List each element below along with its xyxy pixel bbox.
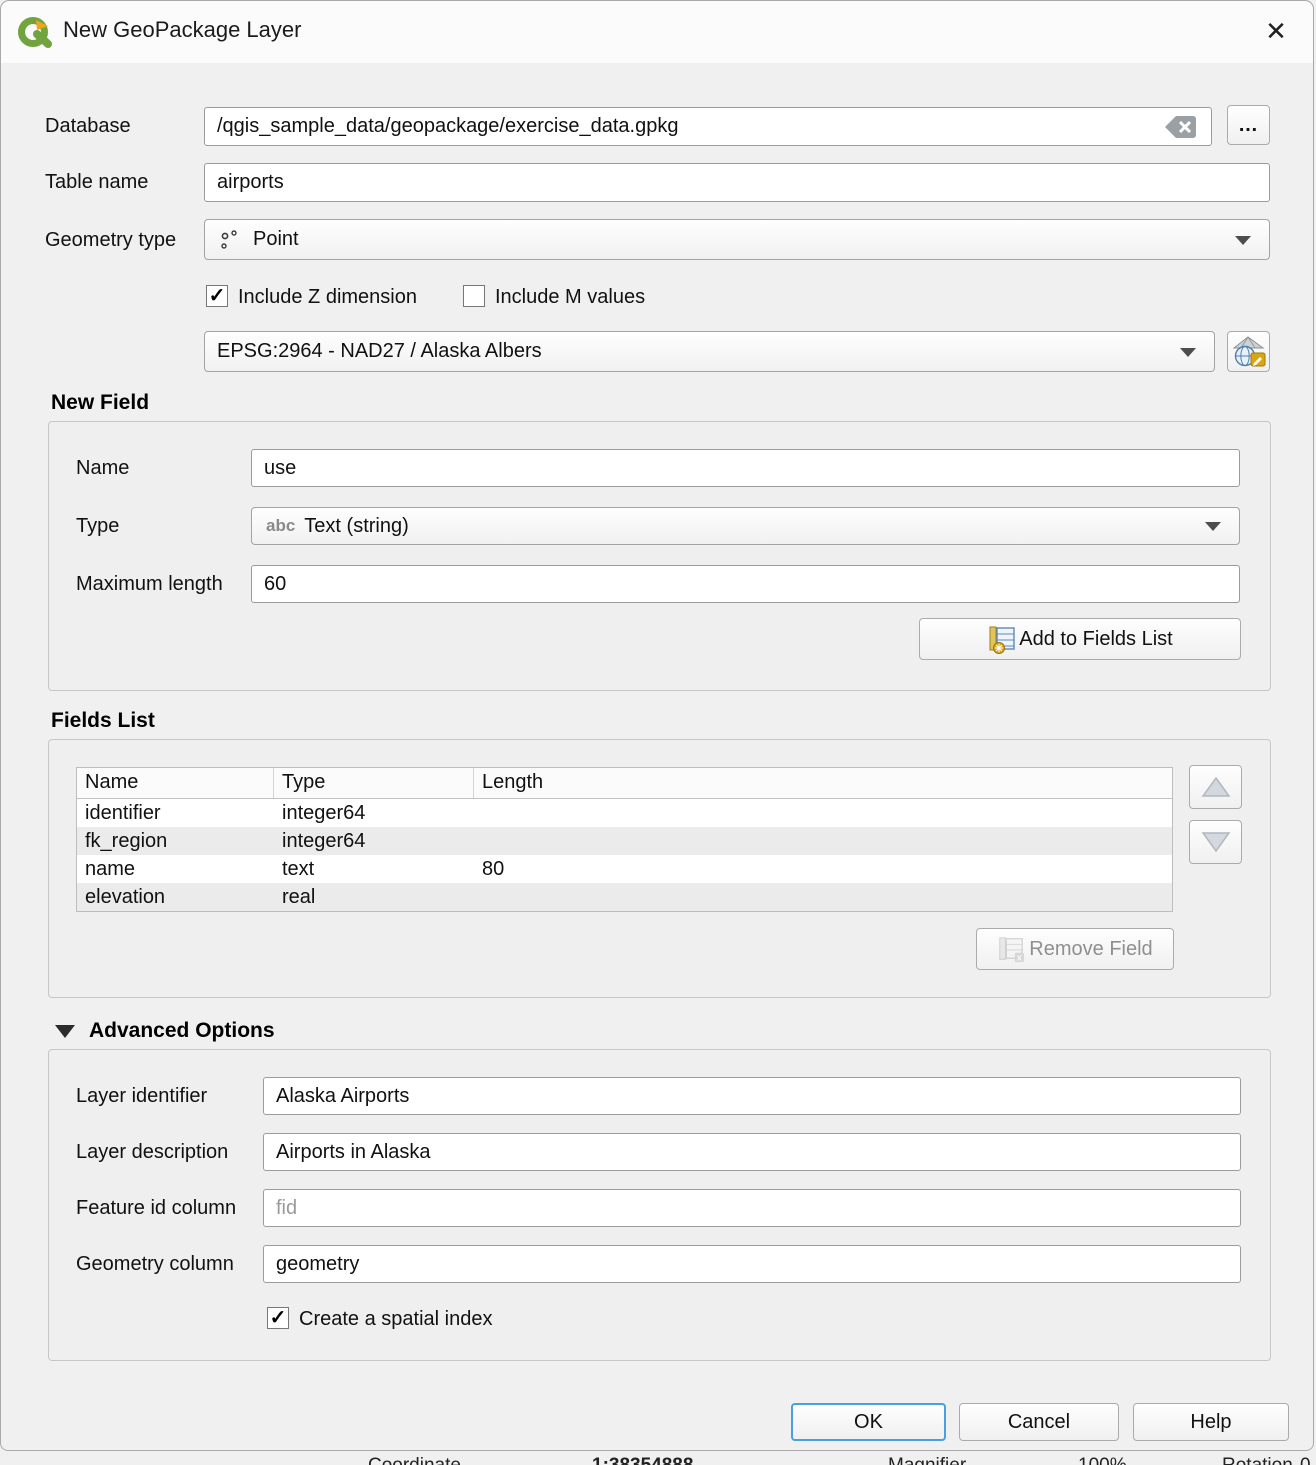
column-header-type[interactable]: Type — [274, 768, 474, 798]
remove-field-icon: x — [997, 935, 1025, 963]
help-button[interactable]: Help — [1133, 1403, 1289, 1441]
move-field-up-button[interactable] — [1189, 765, 1242, 809]
crs-value: EPSG:2964 - NAD27 / Alaska Albers — [217, 340, 542, 363]
fields-table-header: Name Type Length — [77, 768, 1172, 799]
feature-id-column-label: Feature id column — [76, 1197, 236, 1220]
field-type-label: Type — [76, 515, 119, 538]
field-type-select[interactable]: abc Text (string) — [251, 507, 1240, 545]
table-row[interactable]: name text 80 — [77, 855, 1172, 883]
statusbar-magnifier-label: Magnifier — [888, 1455, 966, 1465]
database-input[interactable] — [204, 107, 1212, 146]
select-crs-button[interactable] — [1227, 331, 1270, 372]
remove-field-button[interactable]: x Remove Field — [976, 928, 1174, 970]
collapse-triangle-icon[interactable] — [55, 1025, 75, 1038]
field-type-value: Text (string) — [304, 515, 408, 538]
include-z-checkbox[interactable]: ✓ — [206, 285, 228, 307]
arrow-down-icon — [1201, 830, 1231, 854]
cell-type: text — [274, 858, 474, 881]
advanced-options-title[interactable]: Advanced Options — [89, 1019, 275, 1043]
point-geometry-icon — [219, 230, 241, 250]
geometry-type-value: Point — [253, 228, 299, 251]
screen: New GeoPackage Layer ✕ Database … Table … — [0, 0, 1316, 1465]
move-field-down-button[interactable] — [1189, 820, 1242, 864]
cancel-button[interactable]: Cancel — [959, 1403, 1119, 1441]
add-to-fields-list-button[interactable]: ✳ Add to Fields List — [919, 618, 1241, 660]
cell-name: elevation — [77, 886, 274, 909]
crs-select[interactable]: EPSG:2964 - NAD27 / Alaska Albers — [204, 331, 1215, 372]
close-icon[interactable]: ✕ — [1253, 11, 1299, 51]
spatial-index-label[interactable]: Create a spatial index — [299, 1308, 492, 1331]
add-field-icon: ✳ — [987, 624, 1017, 654]
svg-text:x: x — [1017, 953, 1023, 963]
cell-type: integer64 — [274, 830, 474, 853]
cell-name: name — [77, 858, 274, 881]
new-geopackage-layer-dialog: New GeoPackage Layer ✕ Database … Table … — [0, 0, 1314, 1451]
field-name-label: Name — [76, 457, 129, 480]
arrow-up-icon — [1201, 775, 1231, 799]
column-header-name[interactable]: Name — [77, 768, 274, 798]
svg-text:✳: ✳ — [995, 643, 1004, 654]
browse-database-button[interactable]: … — [1227, 105, 1270, 145]
include-m-checkbox[interactable] — [463, 285, 485, 307]
include-m-label[interactable]: Include M values — [495, 286, 645, 309]
table-row[interactable]: elevation real — [77, 883, 1172, 911]
statusbar-rotation-value: 0.0 — [1300, 1455, 1316, 1465]
layer-identifier-input[interactable] — [263, 1077, 1241, 1115]
table-row[interactable]: fk_region integer64 — [77, 827, 1172, 855]
geometry-type-select[interactable]: Point — [204, 219, 1270, 260]
dropdown-arrow-icon — [1180, 348, 1196, 357]
geometry-type-label: Geometry type — [45, 229, 176, 252]
fields-list-section-title: Fields List — [51, 709, 155, 733]
text-type-abc-icon: abc — [266, 516, 295, 536]
statusbar-coordinate-label: Coordinate — [368, 1455, 461, 1465]
checkmark-icon: ✓ — [270, 1308, 287, 1328]
statusbar-magnifier-value: 100% — [1078, 1455, 1127, 1465]
dropdown-arrow-icon — [1235, 236, 1251, 245]
fields-table[interactable]: Name Type Length identifier integer64 fk… — [76, 767, 1173, 912]
table-row[interactable]: identifier integer64 — [77, 799, 1172, 827]
crs-globe-icon — [1232, 336, 1266, 368]
field-name-input[interactable] — [251, 449, 1240, 487]
geometry-column-input[interactable] — [263, 1245, 1241, 1283]
cell-type: integer64 — [274, 802, 474, 825]
cell-name: fk_region — [77, 830, 274, 853]
spatial-index-checkbox[interactable]: ✓ — [267, 1307, 289, 1329]
add-to-fields-list-label: Add to Fields List — [1019, 628, 1172, 651]
max-length-label: Maximum length — [76, 573, 223, 596]
max-length-input[interactable] — [251, 565, 1240, 603]
layer-identifier-label: Layer identifier — [76, 1085, 207, 1108]
new-field-section-title: New Field — [51, 391, 149, 415]
database-label: Database — [45, 115, 131, 138]
include-z-label[interactable]: Include Z dimension — [238, 286, 417, 309]
column-header-length[interactable]: Length — [474, 768, 1172, 798]
statusbar-scale-value: 1:38354888 — [592, 1455, 693, 1465]
cell-length: 80 — [474, 858, 1172, 881]
dialog-titlebar[interactable]: New GeoPackage Layer ✕ — [1, 1, 1313, 63]
checkmark-icon: ✓ — [209, 286, 226, 306]
ok-button[interactable]: OK — [791, 1403, 946, 1441]
geometry-column-label: Geometry column — [76, 1253, 234, 1276]
layer-description-input[interactable] — [263, 1133, 1241, 1171]
statusbar-rotation-label: Rotation — [1222, 1455, 1293, 1465]
table-name-input[interactable] — [204, 163, 1270, 202]
cell-name: identifier — [77, 802, 274, 825]
clear-text-icon[interactable] — [1163, 114, 1199, 140]
remove-field-label: Remove Field — [1029, 938, 1152, 961]
dialog-title: New GeoPackage Layer — [63, 17, 301, 43]
table-name-label: Table name — [45, 171, 148, 194]
qgis-logo-icon — [17, 13, 55, 51]
dropdown-arrow-icon — [1205, 522, 1221, 531]
feature-id-column-input[interactable] — [263, 1189, 1241, 1227]
layer-description-label: Layer description — [76, 1141, 228, 1164]
background-statusbar: Coordinate 1:38354888 Magnifier 100% Rot… — [0, 1452, 1316, 1465]
cell-type: real — [274, 886, 474, 909]
